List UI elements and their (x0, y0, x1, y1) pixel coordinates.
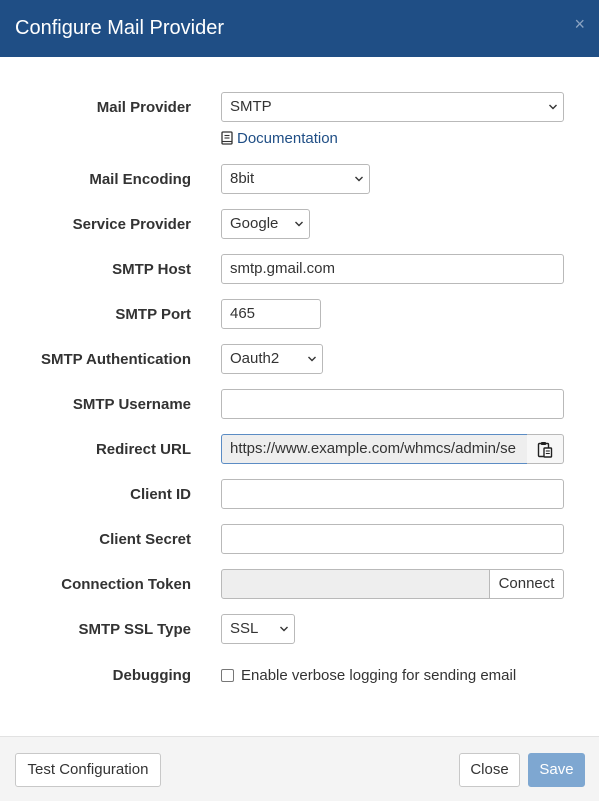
smtp-auth-value: Oauth2 (230, 350, 280, 367)
mail-encoding-select[interactable]: 8bit (221, 164, 370, 194)
redirect-url-input[interactable]: https://www.example.com/whmcs/admin/se (221, 434, 528, 464)
client-secret-label: Client Secret (99, 531, 191, 548)
smtp-auth-row: SMTP Authentication Oauth2 (0, 344, 599, 376)
mail-encoding-row: Mail Encoding 8bit (0, 164, 599, 196)
save-button[interactable]: Save (528, 753, 585, 787)
connection-token-input (221, 569, 490, 599)
client-id-label: Client ID (130, 486, 191, 503)
connection-token-row: Connection Token Connect (0, 569, 599, 601)
documentation-link[interactable]: Documentation (221, 129, 338, 149)
ssl-type-label: SMTP SSL Type (78, 621, 191, 638)
chevron-down-icon (549, 104, 557, 110)
smtp-username-row: SMTP Username (0, 389, 599, 421)
book-icon (221, 131, 233, 145)
debugging-label: Debugging (112, 667, 191, 684)
mail-provider-value: SMTP (230, 98, 272, 115)
service-provider-value: Google (230, 215, 279, 232)
copy-button[interactable] (527, 434, 564, 464)
documentation-label: Documentation (237, 130, 338, 147)
verbose-logging-checkbox[interactable] (221, 669, 234, 682)
close-icon[interactable]: × (574, 14, 585, 34)
smtp-port-label: SMTP Port (115, 306, 191, 323)
modal-title: Configure Mail Provider (15, 17, 224, 39)
ssl-type-value: SSL (230, 620, 259, 637)
client-id-row: Client ID (0, 479, 599, 511)
ssl-type-row: SMTP SSL Type SSL (0, 614, 599, 646)
redirect-url-row: Redirect URL https://www.example.com/whm… (0, 434, 599, 466)
mail-provider-select[interactable]: SMTP (221, 92, 564, 122)
smtp-host-input[interactable]: smtp.gmail.com (221, 254, 564, 284)
smtp-auth-label: SMTP Authentication (41, 351, 191, 368)
chevron-down-icon (295, 221, 303, 227)
modal-header: Configure Mail Provider × (0, 0, 599, 57)
chevron-down-icon (280, 626, 288, 632)
smtp-host-row: SMTP Host smtp.gmail.com (0, 254, 599, 286)
service-provider-select[interactable]: Google (221, 209, 310, 239)
mail-provider-label: Mail Provider (96, 99, 191, 116)
mail-provider-row: Mail Provider SMTP (0, 92, 599, 124)
smtp-port-row: SMTP Port 465 (0, 299, 599, 331)
ssl-type-select[interactable]: SSL (221, 614, 295, 644)
client-id-input[interactable] (221, 479, 564, 509)
smtp-port-input[interactable]: 465 (221, 299, 321, 329)
chevron-down-icon (355, 176, 363, 182)
debugging-row: Debugging Enable verbose logging for sen… (0, 660, 599, 692)
redirect-url-label: Redirect URL (95, 441, 191, 458)
smtp-username-input[interactable] (221, 389, 564, 419)
close-button[interactable]: Close (459, 753, 520, 787)
smtp-username-label: SMTP Username (72, 396, 191, 413)
clipboard-icon (537, 442, 553, 458)
test-configuration-button[interactable]: Test Configuration (15, 753, 161, 787)
smtp-auth-select[interactable]: Oauth2 (221, 344, 323, 374)
modal-footer: Test Configuration Close Save (0, 736, 599, 801)
connection-token-label: Connection Token (61, 576, 191, 593)
smtp-host-label: SMTP Host (112, 261, 191, 278)
service-provider-label: Service Provider (72, 216, 191, 233)
service-provider-row: Service Provider Google (0, 209, 599, 241)
chevron-down-icon (308, 356, 316, 362)
mail-encoding-label: Mail Encoding (89, 171, 191, 188)
connect-button[interactable]: Connect (489, 569, 564, 599)
mail-encoding-value: 8bit (230, 170, 255, 187)
verbose-logging-label[interactable]: Enable verbose logging for sending email (241, 660, 516, 692)
client-secret-row: Client Secret (0, 524, 599, 556)
client-secret-input[interactable] (221, 524, 564, 554)
